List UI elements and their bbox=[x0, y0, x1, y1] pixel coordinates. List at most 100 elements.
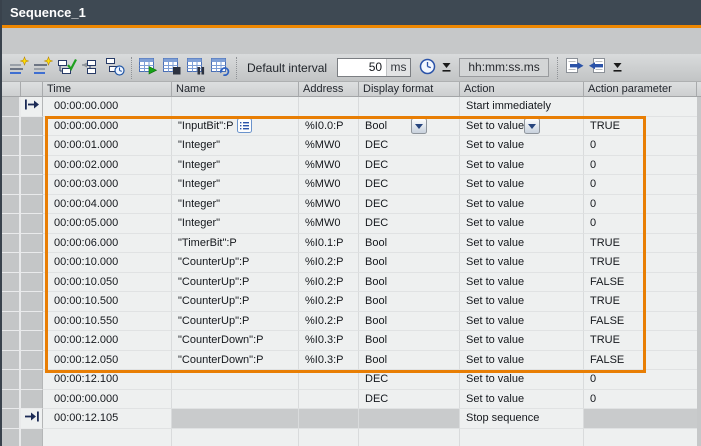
cell-action[interactable]: Set to value bbox=[460, 389, 584, 409]
row-header-cell[interactable] bbox=[2, 214, 21, 234]
cell-time[interactable]: 00:00:12.000 bbox=[43, 331, 172, 351]
cell-param[interactable]: TRUE bbox=[584, 233, 697, 253]
cell-param[interactable]: TRUE bbox=[584, 253, 697, 273]
row-header-cell[interactable] bbox=[2, 292, 21, 312]
cell-time[interactable]: 00:00:10.000 bbox=[43, 253, 172, 273]
column-header-act[interactable]: Action bbox=[460, 82, 584, 96]
cell-format[interactable]: Bool bbox=[359, 233, 460, 253]
cell-dropdown-button[interactable] bbox=[523, 117, 582, 134]
row-header-cell[interactable] bbox=[2, 175, 21, 195]
cell-format[interactable]: Bool bbox=[359, 311, 460, 331]
column-header-addr[interactable]: Address bbox=[299, 82, 359, 96]
interval-input[interactable]: 50 ms bbox=[337, 58, 412, 77]
row-marker-cell[interactable] bbox=[21, 428, 43, 446]
cell-time[interactable]: 00:00:12.050 bbox=[43, 350, 172, 370]
column-header-name[interactable]: Name bbox=[172, 82, 299, 96]
row-marker-cell[interactable] bbox=[21, 116, 43, 136]
cell-time[interactable]: 00:00:12.105 bbox=[43, 409, 172, 429]
cell-name[interactable] bbox=[172, 428, 299, 446]
stop-sequence-button[interactable] bbox=[160, 56, 184, 80]
cell-action[interactable] bbox=[460, 428, 584, 446]
import-dropdown-button[interactable] bbox=[610, 56, 624, 80]
cell-format[interactable]: Bool bbox=[359, 272, 460, 292]
cell-time[interactable]: 00:00:00.000 bbox=[43, 116, 172, 136]
cell-name[interactable]: "Integer" bbox=[172, 214, 299, 234]
column-header-time[interactable]: Time bbox=[43, 82, 172, 96]
cell-address[interactable]: %I0.3:P bbox=[299, 350, 359, 370]
cell-action[interactable]: Set to value bbox=[460, 272, 584, 292]
cell-address[interactable] bbox=[299, 389, 359, 409]
cell-name[interactable]: "TimerBit":P bbox=[172, 233, 299, 253]
cell-param[interactable]: 0 bbox=[584, 214, 697, 234]
cell-time[interactable]: 00:00:04.000 bbox=[43, 194, 172, 214]
row-header-cell[interactable] bbox=[2, 389, 21, 409]
row-header-cell[interactable] bbox=[2, 428, 21, 446]
row-header-cell[interactable] bbox=[2, 311, 21, 331]
cell-name[interactable]: "Integer" bbox=[172, 155, 299, 175]
cell-time[interactable]: 00:00:05.000 bbox=[43, 214, 172, 234]
cell-format[interactable]: DEC bbox=[359, 389, 460, 409]
row-marker-cell[interactable] bbox=[21, 409, 43, 429]
cell-time[interactable]: 00:00:06.000 bbox=[43, 233, 172, 253]
cell-name[interactable]: "CounterUp":P bbox=[172, 311, 299, 331]
cell-time[interactable]: 00:00:12.100 bbox=[43, 370, 172, 390]
cell-time[interactable]: 00:00:00.000 bbox=[43, 97, 172, 117]
cell-param[interactable]: 0 bbox=[584, 155, 697, 175]
cell-name[interactable] bbox=[172, 97, 299, 117]
cell-format[interactable]: DEC bbox=[359, 370, 460, 390]
cell-address[interactable]: %I0.2:P bbox=[299, 253, 359, 273]
cell-time[interactable] bbox=[43, 428, 172, 446]
cell-address[interactable]: %I0.2:P bbox=[299, 292, 359, 312]
cell-name[interactable]: "CounterDown":P bbox=[172, 350, 299, 370]
cell-action[interactable]: Set to value bbox=[460, 253, 584, 273]
cell-format[interactable]: DEC bbox=[359, 194, 460, 214]
row-header-cell[interactable] bbox=[2, 331, 21, 351]
cell-action[interactable]: Set to value bbox=[460, 311, 584, 331]
cell-name[interactable] bbox=[172, 370, 299, 390]
row-marker-cell[interactable] bbox=[21, 350, 43, 370]
row-marker-cell[interactable] bbox=[21, 389, 43, 409]
cell-name[interactable]: "Integer" bbox=[172, 194, 299, 214]
cell-param[interactable]: 0 bbox=[584, 136, 697, 156]
repeat-sequence-button[interactable] bbox=[208, 56, 232, 80]
cell-address[interactable]: %I0.0:P bbox=[299, 116, 359, 136]
cell-format[interactable]: DEC bbox=[359, 214, 460, 234]
cell-param[interactable]: FALSE bbox=[584, 350, 697, 370]
cell-name[interactable]: "CounterUp":P bbox=[172, 292, 299, 312]
cell-name[interactable]: "CounterUp":P bbox=[172, 272, 299, 292]
cell-format[interactable]: Bool bbox=[359, 292, 460, 312]
add-step-after-button[interactable] bbox=[31, 56, 55, 80]
cell-address[interactable]: %MW0 bbox=[299, 175, 359, 195]
cell-time[interactable]: 00:00:03.000 bbox=[43, 175, 172, 195]
row-marker-cell[interactable] bbox=[21, 214, 43, 234]
row-header-cell[interactable] bbox=[2, 253, 21, 273]
cell-param[interactable]: TRUE bbox=[584, 292, 697, 312]
start-sequence-button[interactable] bbox=[136, 56, 160, 80]
cell-action[interactable]: Set to value bbox=[460, 233, 584, 253]
cell-time[interactable]: 00:00:10.550 bbox=[43, 311, 172, 331]
row-header-cell[interactable] bbox=[2, 194, 21, 214]
cell-param[interactable] bbox=[584, 428, 697, 446]
cell-address[interactable]: %MW0 bbox=[299, 155, 359, 175]
column-header-par[interactable]: Action parameter bbox=[584, 82, 697, 96]
cell-param[interactable] bbox=[584, 97, 697, 117]
cell-param[interactable]: 0 bbox=[584, 175, 697, 195]
cell-format[interactable] bbox=[359, 428, 460, 446]
cell-address[interactable]: %I0.2:P bbox=[299, 311, 359, 331]
cell-action[interactable]: Set to value bbox=[460, 214, 584, 234]
row-marker-cell[interactable] bbox=[21, 136, 43, 156]
row-marker-cell[interactable] bbox=[21, 370, 43, 390]
cell-name[interactable]: "Integer" bbox=[172, 175, 299, 195]
row-marker-cell[interactable] bbox=[21, 233, 43, 253]
cell-action[interactable]: Set to value bbox=[460, 116, 584, 136]
row-marker-cell[interactable] bbox=[21, 253, 43, 273]
cell-format[interactable]: DEC bbox=[359, 175, 460, 195]
time-format-display[interactable]: hh:mm:ss.ms bbox=[459, 58, 550, 77]
cell-format[interactable]: DEC bbox=[359, 155, 460, 175]
cell-action[interactable]: Set to value bbox=[460, 331, 584, 351]
cell-action[interactable]: Set to value bbox=[460, 175, 584, 195]
column-header-fmt[interactable]: Display format bbox=[359, 82, 460, 96]
row-header-cell[interactable] bbox=[2, 97, 21, 117]
cell-address[interactable]: %MW0 bbox=[299, 194, 359, 214]
row-marker-cell[interactable] bbox=[21, 292, 43, 312]
